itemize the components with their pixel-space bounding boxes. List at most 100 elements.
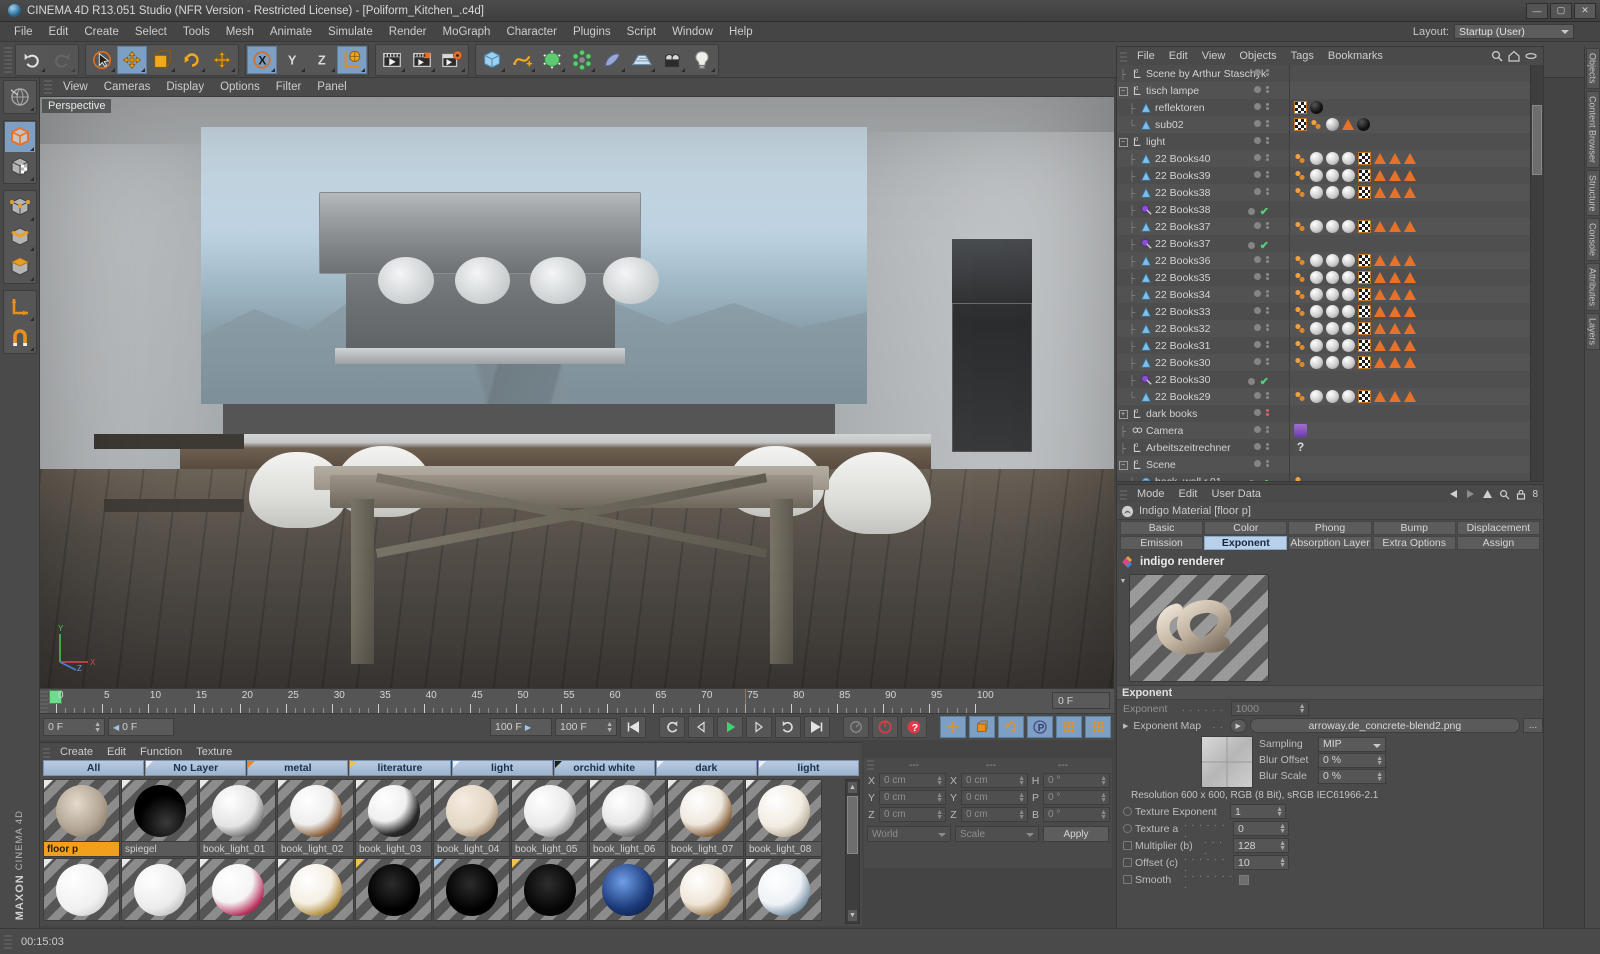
- vertical-tab-content-browser[interactable]: Content Browser: [1586, 91, 1600, 168]
- editor-visibility-dot[interactable]: [1254, 307, 1261, 314]
- multiplier-input[interactable]: 128▲▼: [1233, 838, 1289, 853]
- material-tag-icon[interactable]: [1326, 339, 1339, 352]
- timeline-grip[interactable]: [40, 689, 48, 713]
- polygon-mode[interactable]: [5, 252, 35, 282]
- object-tag-row[interactable]: [1290, 99, 1530, 116]
- menu-item-window[interactable]: Window: [664, 24, 721, 40]
- step-forward-button[interactable]: [746, 716, 772, 738]
- checker-tag-icon[interactable]: [1358, 254, 1371, 267]
- material-swatch[interactable]: [43, 779, 120, 842]
- home-icon[interactable]: [1508, 50, 1520, 62]
- object-tag-row[interactable]: [1290, 235, 1530, 252]
- object-visibility-dots[interactable]: [1254, 86, 1269, 93]
- exponent-input[interactable]: 1000▲▼: [1231, 701, 1309, 716]
- attributes-tab-bump[interactable]: Bump: [1373, 521, 1456, 535]
- object-row[interactable]: ├22 Books36: [1117, 252, 1289, 269]
- object-row[interactable]: ├reflektoren: [1117, 99, 1289, 116]
- material-swatch[interactable]: [667, 779, 744, 842]
- material-swatch[interactable]: [121, 779, 198, 842]
- material-swatch[interactable]: [355, 858, 432, 921]
- object-row[interactable]: ├22 Books40: [1117, 150, 1289, 167]
- material-tag-icon[interactable]: [1342, 220, 1355, 233]
- material-menu-texture[interactable]: Texture: [189, 745, 239, 759]
- material-tag-icon[interactable]: [1310, 390, 1323, 403]
- triangle-tag-icon[interactable]: [1389, 323, 1401, 334]
- material-swatch[interactable]: [589, 858, 666, 921]
- enabled-check-icon[interactable]: ✔: [1260, 239, 1269, 252]
- material-tag-icon[interactable]: [1310, 220, 1323, 233]
- render-visibility-dots[interactable]: [1266, 426, 1269, 433]
- editor-visibility-dot[interactable]: [1254, 69, 1261, 76]
- material-name-label[interactable]: book_light_02: [277, 842, 354, 857]
- texture-a-checkbox[interactable]: [1123, 824, 1132, 833]
- material-name-label[interactable]: book_light_06: [589, 842, 666, 857]
- material-swatch-grid[interactable]: floor pspiegelbook_light_01book_light_02…: [43, 779, 842, 924]
- minimize-button[interactable]: —: [1526, 3, 1548, 19]
- material-tag-icon[interactable]: [1326, 254, 1339, 267]
- coord-size-input[interactable]: 0 cm▲▼: [961, 790, 1028, 805]
- object-tag-row[interactable]: ?: [1290, 439, 1530, 456]
- object-tag-row[interactable]: [1290, 388, 1530, 405]
- render-visibility-dots[interactable]: [1266, 460, 1269, 467]
- triangle-tag-icon[interactable]: [1404, 221, 1416, 232]
- object-row[interactable]: ├0Scene by Arthur Staschyk: [1117, 65, 1289, 82]
- link-icon[interactable]: [1525, 50, 1537, 62]
- compositing-tag-icon[interactable]: [1294, 169, 1307, 182]
- material-layer-tab-6[interactable]: dark: [656, 760, 757, 776]
- attributes-tab-extra-options[interactable]: Extra Options: [1373, 536, 1456, 550]
- object-menu-objects[interactable]: Objects: [1232, 49, 1283, 63]
- object-tree-list[interactable]: ├0Scene by Arthur Staschyk−0tisch lampe├…: [1117, 65, 1290, 481]
- menu-item-mesh[interactable]: Mesh: [218, 24, 262, 40]
- attributes-tab-phong[interactable]: Phong: [1288, 521, 1371, 535]
- editor-visibility-dot[interactable]: [1248, 480, 1255, 481]
- render-visibility-dots[interactable]: [1266, 154, 1269, 161]
- editor-visibility-dot[interactable]: [1254, 256, 1261, 263]
- timeline-ruler[interactable]: 0510152025303540455055606570758085909510…: [40, 688, 1114, 714]
- attributes-tab-absorption-layer[interactable]: Absorption Layer: [1288, 536, 1371, 550]
- triangle-tag-icon[interactable]: [1389, 289, 1401, 300]
- material-tag-icon[interactable]: [1326, 271, 1339, 284]
- triangle-tag-icon[interactable]: [1404, 153, 1416, 164]
- material-tag-icon[interactable]: [1342, 169, 1355, 182]
- object-manager-scrollbar[interactable]: [1530, 65, 1543, 481]
- attributes-tab-emission[interactable]: Emission: [1120, 536, 1203, 550]
- z-axis-lock[interactable]: Z: [307, 46, 337, 74]
- object-visibility-dots[interactable]: [1254, 273, 1269, 280]
- material-tag-icon[interactable]: [1342, 356, 1355, 369]
- render-visibility-dots[interactable]: [1266, 120, 1269, 127]
- material-name-label[interactable]: book_light_05: [511, 842, 588, 857]
- timeline-track[interactable]: 0510152025303540455055606570758085909510…: [49, 689, 1048, 713]
- coord-rotation-input[interactable]: 0 °▲▼: [1043, 790, 1110, 805]
- material-layer-tab-5[interactable]: orchid white: [554, 760, 655, 776]
- material-tag-icon[interactable]: [1326, 152, 1339, 165]
- record-active-objects-button[interactable]: [843, 716, 869, 738]
- viewport-menu-filter[interactable]: Filter: [268, 80, 310, 94]
- object-visibility-dots[interactable]: ✔: [1248, 477, 1269, 481]
- attributes-tab-assign[interactable]: Assign: [1457, 536, 1540, 550]
- material-tag-icon[interactable]: [1310, 186, 1323, 199]
- material-tag-icon[interactable]: [1310, 322, 1323, 335]
- checker-tag-icon[interactable]: [1358, 339, 1371, 352]
- menu-item-mograph[interactable]: MoGraph: [435, 24, 499, 40]
- object-tag-row[interactable]: [1290, 371, 1530, 388]
- material-swatch[interactable]: [433, 858, 510, 921]
- object-row[interactable]: ├22 Books38: [1117, 184, 1289, 201]
- object-row[interactable]: +0dark books: [1117, 405, 1289, 422]
- triangle-tag-icon[interactable]: [1374, 323, 1386, 334]
- material-swatch[interactable]: [199, 858, 276, 921]
- attributes-tab-basic[interactable]: Basic: [1120, 521, 1203, 535]
- camera-tag-icon[interactable]: [1294, 424, 1307, 437]
- object-visibility-dots[interactable]: [1254, 392, 1269, 399]
- checker-tag-icon[interactable]: [1358, 186, 1371, 199]
- render-view-button[interactable]: [377, 46, 407, 74]
- pla-key-toggle[interactable]: P: [1027, 716, 1053, 738]
- max-frame-field[interactable]: 100 F▲▼: [555, 718, 617, 736]
- play-forward-loop-button[interactable]: [775, 716, 801, 738]
- expander-minus-icon[interactable]: −: [1119, 461, 1128, 470]
- material-tag-icon[interactable]: [1342, 288, 1355, 301]
- object-row[interactable]: ├22 Books31: [1117, 337, 1289, 354]
- vertical-tab-console[interactable]: Console: [1586, 218, 1600, 261]
- apply-button[interactable]: Apply: [1043, 826, 1109, 842]
- checker-tag-icon[interactable]: [1358, 305, 1371, 318]
- object-visibility-dots[interactable]: [1254, 443, 1269, 450]
